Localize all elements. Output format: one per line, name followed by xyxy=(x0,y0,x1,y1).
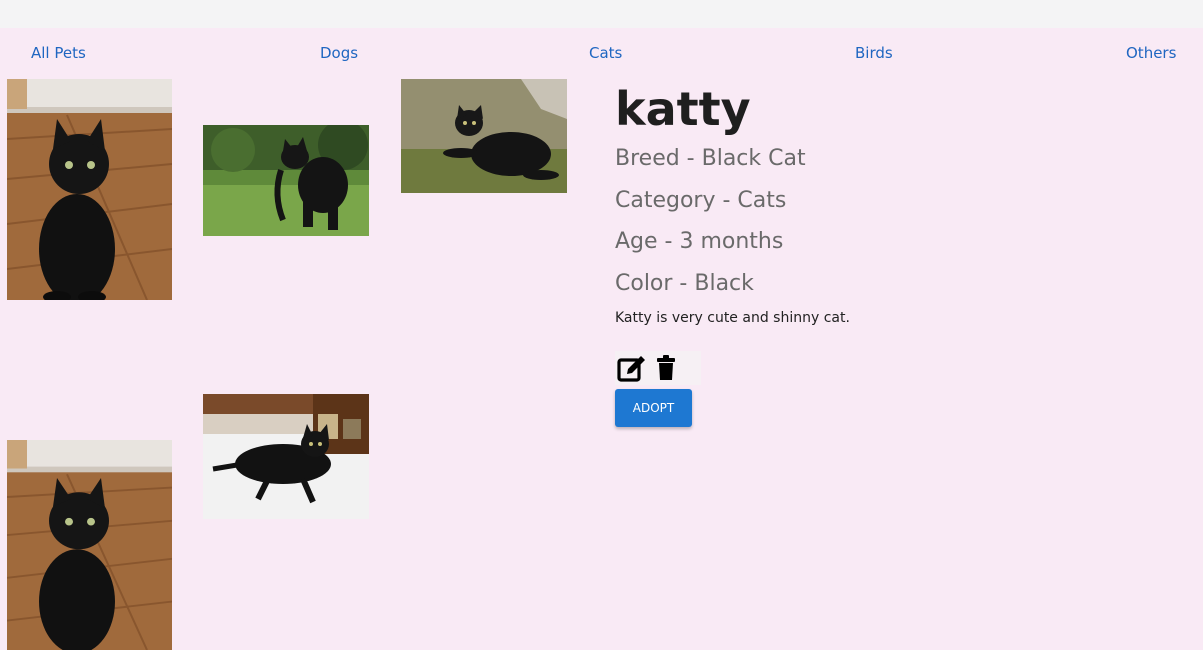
pet-actions xyxy=(615,351,701,385)
pet-breed: Breed - Black Cat xyxy=(615,146,806,171)
trash-icon[interactable] xyxy=(649,351,683,385)
pet-color: Color - Black xyxy=(615,270,754,296)
pet-details: katty Breed - Black Cat Category - Cats … xyxy=(615,80,1175,427)
page-content: All Pets Dogs Cats Birds Others katty Br… xyxy=(0,28,1203,650)
pet-description: Katty is very cute and shinny cat. xyxy=(615,310,850,326)
nav-all-pets[interactable]: All Pets xyxy=(31,44,86,62)
nav-birds[interactable]: Birds xyxy=(855,44,893,62)
pet-age: Age - 3 months xyxy=(615,229,784,254)
nav-dogs[interactable]: Dogs xyxy=(320,44,358,62)
pet-name: katty xyxy=(615,82,751,136)
pet-category: Category - Cats xyxy=(615,187,787,213)
pet-photo-cat-on-grass[interactable] xyxy=(203,125,369,236)
pet-photo-sitting-cat[interactable] xyxy=(7,79,172,300)
pet-photo-cat-on-bed[interactable] xyxy=(203,394,369,519)
nav-cats[interactable]: Cats xyxy=(589,44,622,62)
pet-photo-sitting-cat-2[interactable] xyxy=(7,440,172,650)
adopt-button[interactable]: ADOPT xyxy=(615,389,692,427)
pet-photo-cat-lying-outside[interactable] xyxy=(401,79,567,193)
category-nav: All Pets Dogs Cats Birds Others xyxy=(0,28,1203,78)
browser-top-strip xyxy=(0,0,1203,28)
edit-icon[interactable] xyxy=(615,351,649,385)
nav-others[interactable]: Others xyxy=(1126,44,1176,62)
